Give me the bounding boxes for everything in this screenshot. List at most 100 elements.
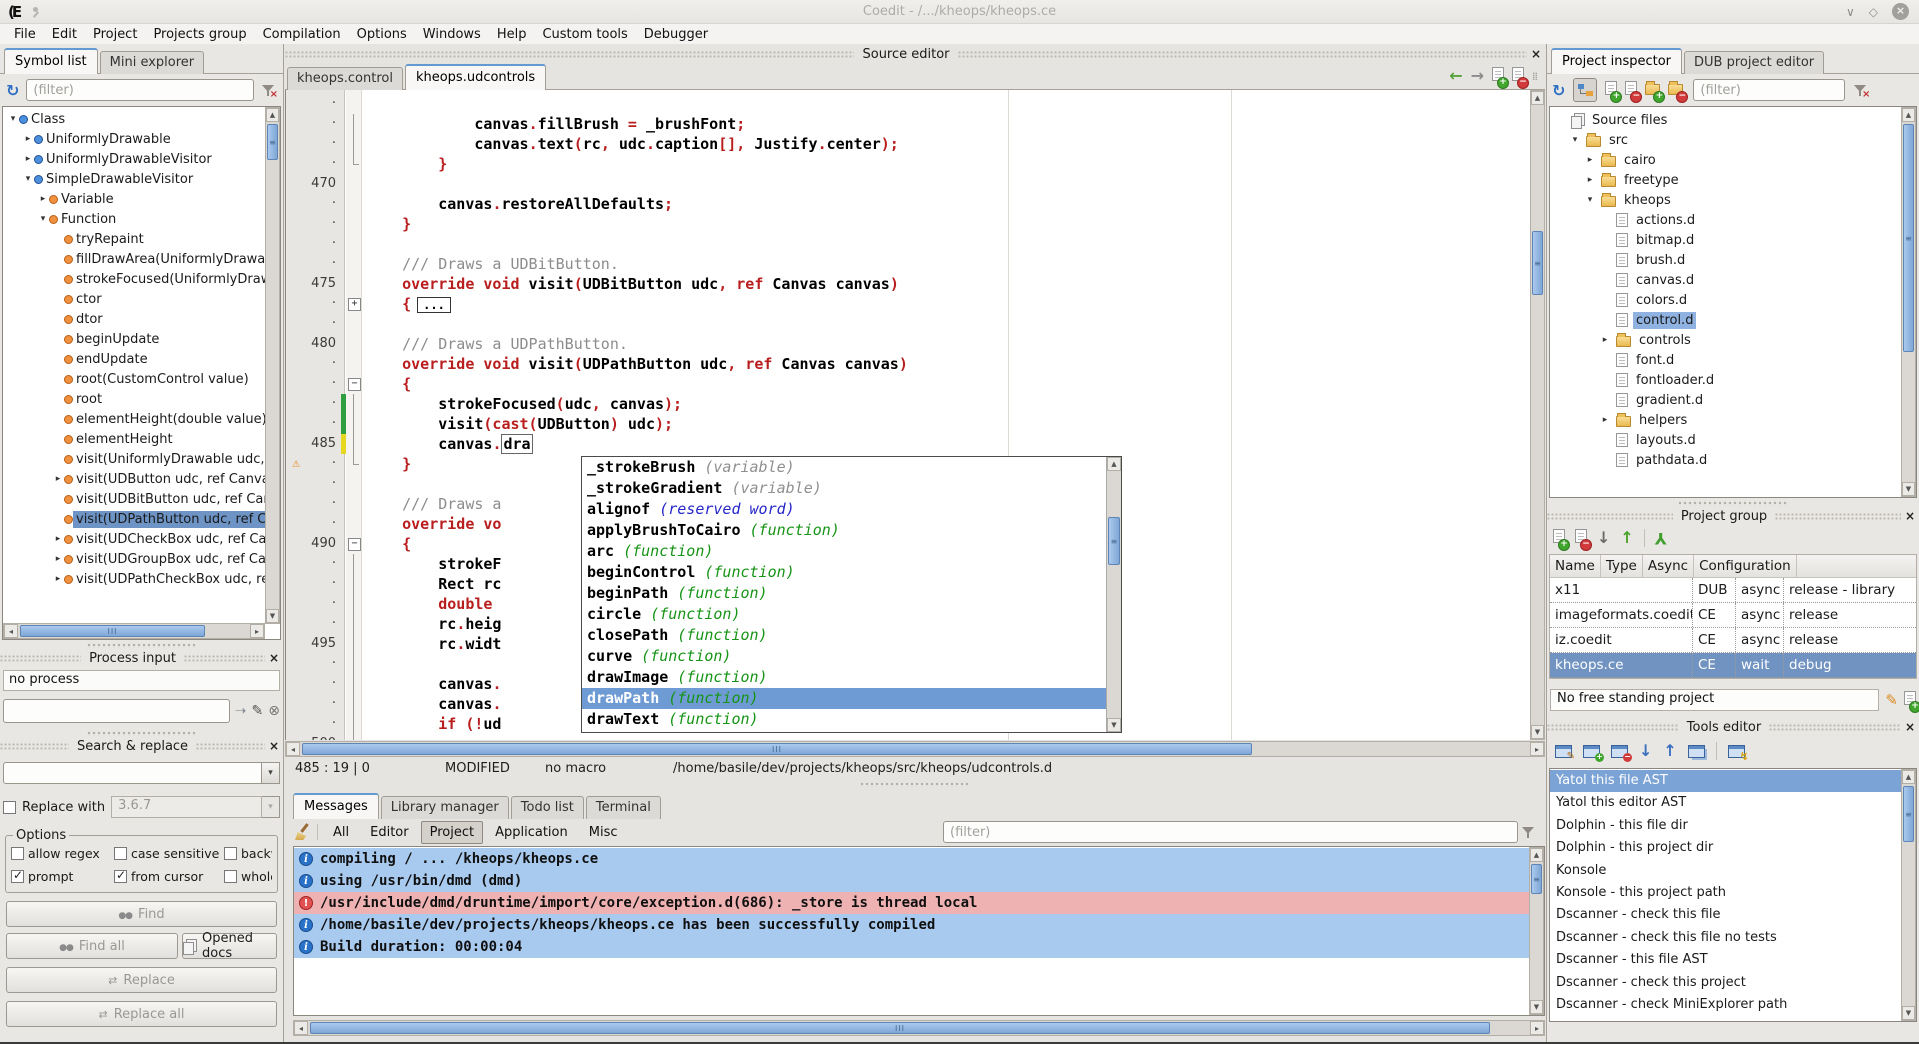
clear-filter-icon[interactable]: × [261,82,277,98]
add-file-icon[interactable] [1605,81,1617,99]
project-row[interactable]: x11 DUB async release - library [1550,578,1916,603]
remove-project-icon[interactable] [1575,529,1587,547]
clear-messages-icon[interactable] [293,823,311,841]
symbol-item[interactable]: root(CustomControl value) [3,369,265,389]
symbol-item[interactable]: UniformlyDrawableVisitor [3,149,265,169]
search-option-checkbox[interactable]: case sensitive [114,846,224,861]
expander-icon[interactable] [52,474,64,484]
messages-tab[interactable]: Terminal [586,796,661,819]
close-document-icon[interactable] [1512,67,1524,85]
compile-group-icon[interactable]: Y [1655,530,1667,546]
completion-item[interactable]: _strokeBrush (variable) [582,457,1106,478]
files-filter-input[interactable] [1693,79,1845,101]
expander-icon[interactable] [7,114,19,124]
expander-icon[interactable] [37,194,49,204]
messages-vscrollbar[interactable]: ▲ ≡ ▼ [1529,847,1544,1015]
add-project-icon[interactable] [1553,529,1565,547]
symbol-item[interactable]: visit(UDCheckBox udc, ref Canvas [3,529,265,549]
code-line[interactable]: · { [286,374,1530,394]
code-line[interactable]: · /// Draws a UDBitButton. [286,254,1530,274]
code-line[interactable]: · [286,234,1530,254]
menu-item[interactable]: Windows [415,25,489,44]
messages-filter-input[interactable] [943,821,1518,843]
tool-item[interactable]: Dolphin - this project dir [1550,837,1901,859]
message-filter-button[interactable]: All [324,821,358,844]
table-column-header[interactable]: Type [1601,555,1643,577]
code-line[interactable]: · visit(cast(UDButton) udc); [286,414,1530,434]
expander-icon[interactable] [22,174,34,184]
menu-item[interactable]: Project [85,25,145,44]
close-panel-icon[interactable]: × [1901,509,1919,523]
menu-item[interactable]: Edit [44,25,85,44]
menu-item[interactable]: Help [489,25,535,44]
code-line[interactable]: · canvas.restoreAllDefaults; [286,194,1530,214]
message-filter-button[interactable]: Editor [361,821,417,844]
file-item[interactable]: cairo [1550,150,1901,170]
completion-item[interactable]: circle (function) [582,604,1106,625]
file-item[interactable]: Source files [1550,110,1901,130]
messages-tab[interactable]: Messages [293,793,379,819]
file-item[interactable]: controls [1550,330,1901,350]
close-button[interactable]: × [1892,3,1909,20]
file-item[interactable]: colors.d [1550,290,1901,310]
table-column-header[interactable]: Async [1643,555,1694,577]
symbol-item[interactable]: visit(UDButton udc, ref Canvas can [3,469,265,489]
move-up-icon[interactable]: ↑ [1620,530,1633,546]
remove-folder-icon[interactable] [1668,82,1683,99]
tool-item[interactable]: Dscanner - check MiniExplorer path [1550,994,1901,1016]
tool-item[interactable]: Dscanner - this file AST [1550,949,1901,971]
file-item[interactable]: src [1550,130,1901,150]
tool-item[interactable]: Dscanner - check this file no tests [1550,927,1901,949]
file-item[interactable]: actions.d [1550,210,1901,230]
code-line[interactable]: · } [286,154,1530,174]
expander-icon[interactable] [1584,155,1596,165]
symbol-item[interactable]: root [3,389,265,409]
maximize-button[interactable]: ◇ [1869,4,1878,20]
move-tool-down-icon[interactable]: ↓ [1639,743,1652,759]
code-line[interactable]: · [286,314,1530,334]
file-item[interactable]: gradient.d [1550,390,1901,410]
refresh-icon[interactable] [1552,81,1565,100]
splitter-grip[interactable] [1678,501,1788,506]
file-item[interactable]: layouts.d [1550,430,1901,450]
search-option-checkbox[interactable]: backward [224,846,272,861]
editor-hscrollbar[interactable]: ◂ III ▸ [285,741,1545,757]
close-panel-icon[interactable]: × [265,739,283,753]
file-item[interactable]: bitmap.d [1550,230,1901,250]
tool-item[interactable]: Yatol this file AST [1550,770,1901,792]
symbol-item[interactable]: visit(UDPathButton udc, ref Canvas [3,509,265,529]
completion-item[interactable]: beginPath (function) [582,583,1106,604]
close-panel-icon[interactable]: × [265,651,283,665]
tool-item[interactable]: Konsole - this project path [1550,882,1901,904]
find-all-button[interactable]: Find all [6,933,178,959]
messages-tab[interactable]: Todo list [511,796,584,819]
symbol-item[interactable]: endUpdate [3,349,265,369]
expander-icon[interactable] [52,534,64,544]
symbol-item[interactable]: visit(UDGroupBox udc, ref Canvas c [3,549,265,569]
symbol-item[interactable]: ctor [3,289,265,309]
edit-tool-icon[interactable] [1555,745,1572,758]
symbol-item[interactable]: elementHeight [3,429,265,449]
left-tab[interactable]: Mini explorer [100,51,205,74]
process-input-field[interactable] [3,699,230,723]
symbol-item[interactable]: UniformlyDrawable [3,129,265,149]
symbol-tree-vscrollbar[interactable]: ▲ ≡ ▼ [265,107,280,624]
completion-item[interactable]: closePath (function) [582,625,1106,646]
file-item[interactable]: helpers [1550,410,1901,430]
table-column-header[interactable]: Name [1550,555,1601,577]
search-dropdown-icon[interactable]: ▾ [262,762,280,784]
code-line[interactable]: · canvas.text(rc, udc.caption[], Justify… [286,134,1530,154]
message-row[interactable]: /usr/include/dmd/druntime/import/core/ex… [294,892,1529,914]
expander-icon[interactable] [1599,415,1611,425]
move-tool-up-icon[interactable]: ↑ [1663,743,1676,759]
symbol-item[interactable]: Function [3,209,265,229]
file-item[interactable]: brush.d [1550,250,1901,270]
kill-process-icon[interactable]: ⊗ [268,703,280,719]
left-tab[interactable]: Symbol list [4,48,98,74]
symbol-item[interactable]: tryRepaint [3,229,265,249]
run-tool-icon[interactable] [1728,745,1745,758]
new-document-icon[interactable] [1492,67,1504,85]
edit-input-icon[interactable]: ✎ [252,703,264,719]
message-row[interactable]: compiling / ... /kheops/kheops.ce [294,848,1529,870]
search-option-checkbox[interactable]: from cursor [114,869,224,884]
